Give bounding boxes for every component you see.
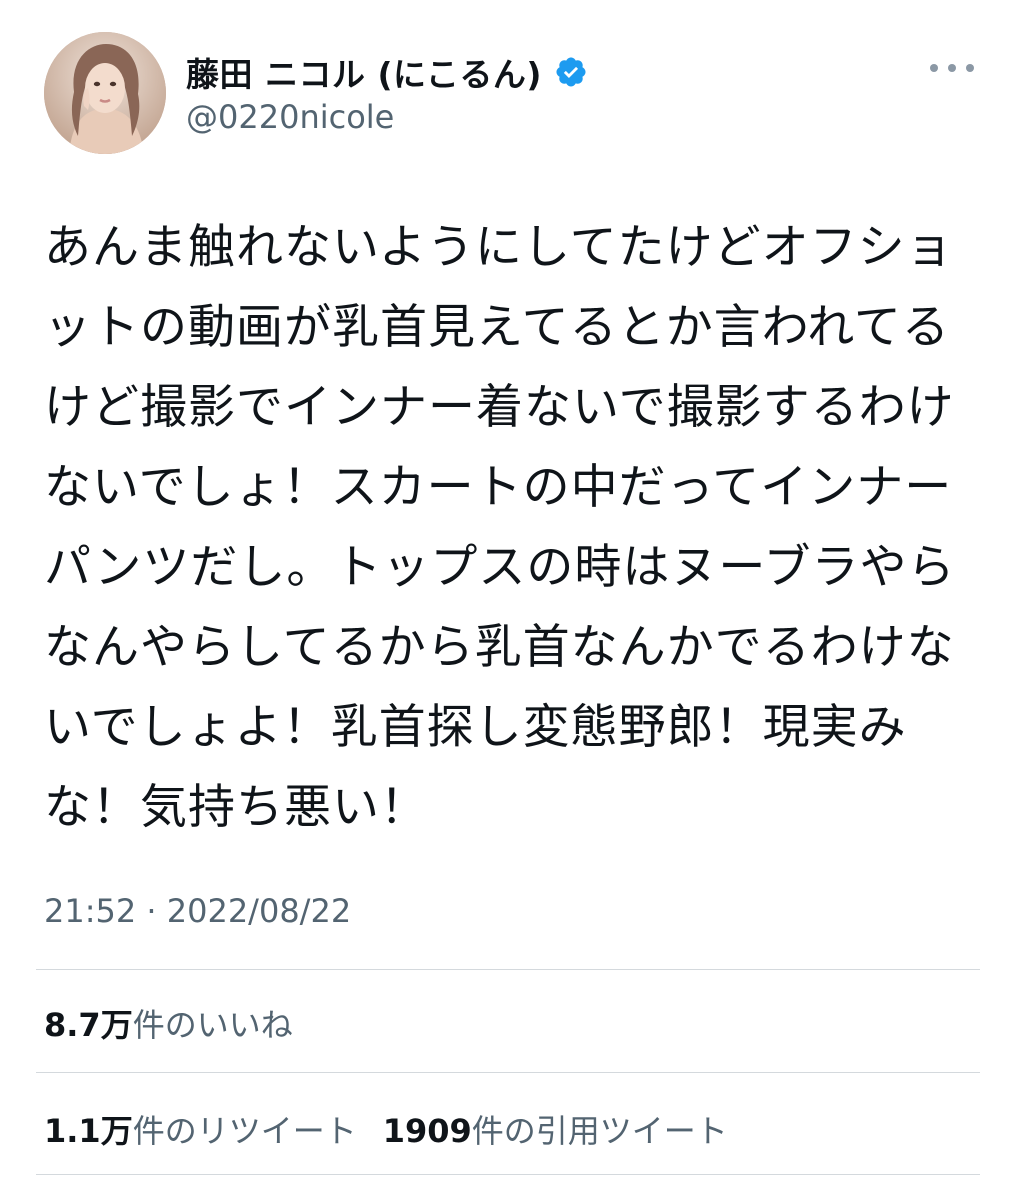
quotes-label[interactable]: 件の引用ツイート	[472, 1106, 728, 1152]
divider	[36, 1174, 980, 1175]
likes-count: 8.7万	[44, 1006, 133, 1044]
display-name[interactable]: 藤田 ニコル (にこるん)	[186, 48, 542, 96]
author-info: 藤田 ニコル (にこるん) @0220nicole	[186, 50, 588, 136]
likes-stat[interactable]: 8.7万 件のいいね	[44, 1000, 319, 1046]
author-handle[interactable]: @0220nicole	[186, 98, 588, 136]
more-dot	[966, 64, 974, 72]
more-dot	[948, 64, 956, 72]
more-dot	[930, 64, 938, 72]
avatar-photo-icon	[44, 32, 166, 154]
display-name-row: 藤田 ニコル (にこるん)	[186, 50, 588, 94]
verified-badge-icon	[554, 55, 588, 89]
tweet-text: あんま触れないようにしてたけどオフショットの動画が乳首見えてるとか言われてるけど…	[44, 220, 956, 835]
retweets-count[interactable]: 1.1万	[44, 1106, 133, 1152]
tweet-detail: 藤田 ニコル (にこるん) @0220nicole あんま触れないようにしてたけ…	[0, 0, 1024, 1190]
divider	[36, 1072, 980, 1073]
tweet-header: 藤田 ニコル (にこるん) @0220nicole	[44, 32, 984, 154]
tweet-timestamp[interactable]: 21:52 · 2022/08/22	[44, 892, 351, 930]
divider	[36, 969, 980, 970]
likes-label: 件のいいね	[132, 1006, 293, 1044]
more-options-icon[interactable]	[930, 50, 974, 86]
avatar[interactable]	[44, 32, 166, 154]
retweet-quote-stats: 1.1万 件のリツイート 1909 件の引用ツイート	[44, 1106, 754, 1152]
quotes-count[interactable]: 1909	[383, 1112, 472, 1150]
retweets-label[interactable]: 件のリツイート	[133, 1106, 357, 1152]
